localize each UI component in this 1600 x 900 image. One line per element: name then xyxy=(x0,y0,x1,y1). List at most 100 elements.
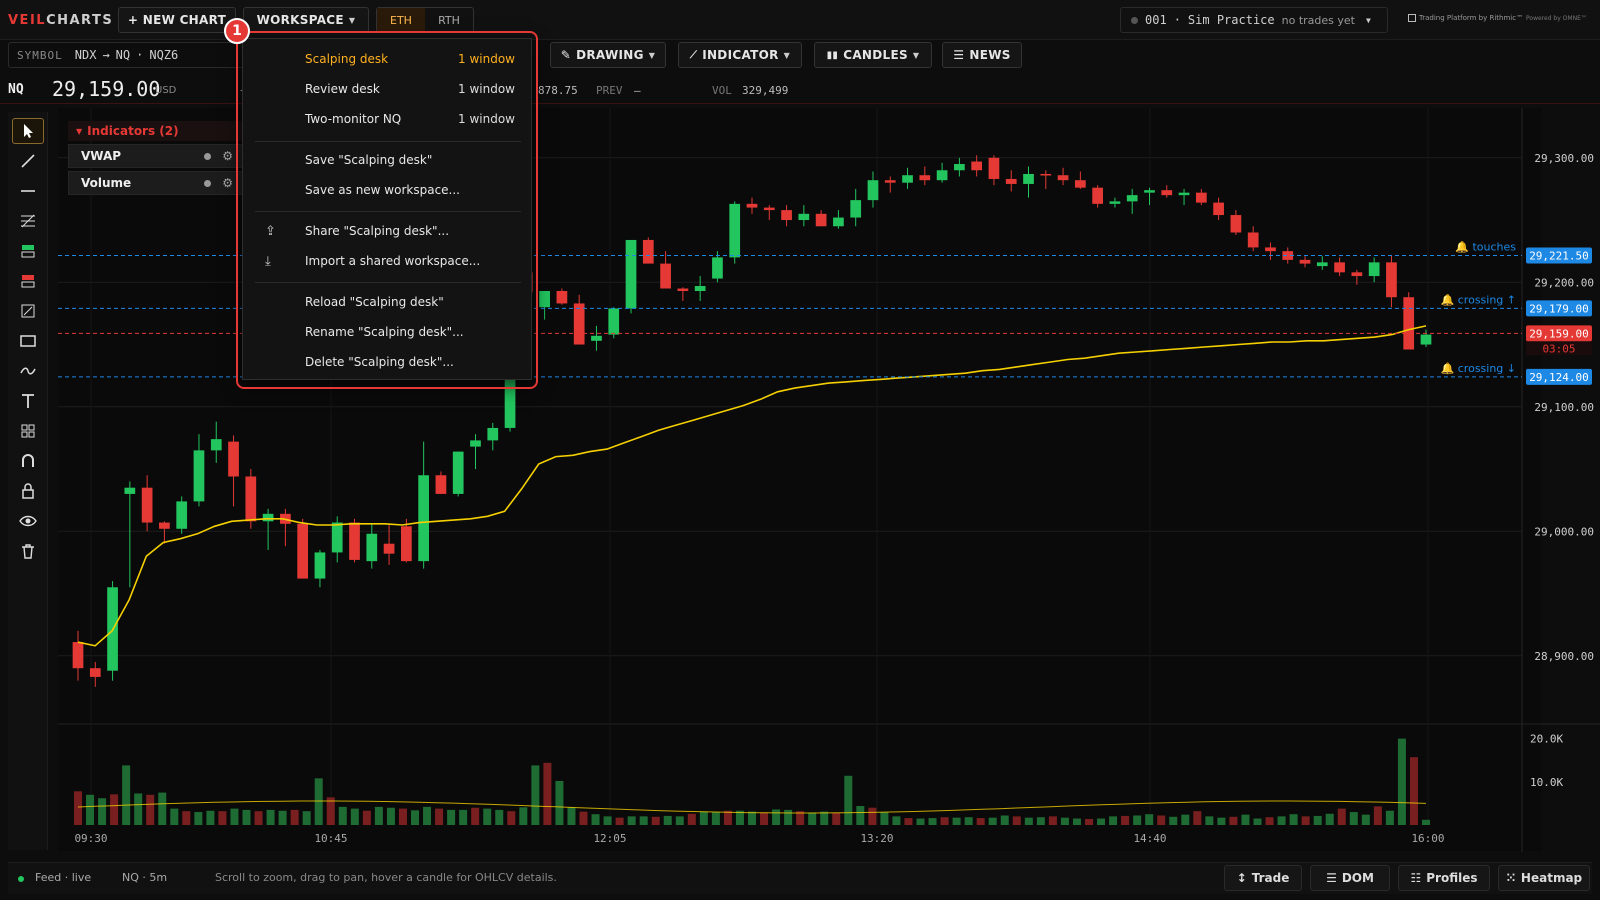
omne-badge: Powered by OMNE™ xyxy=(1526,15,1587,22)
volume-bar xyxy=(916,818,925,825)
candle-body xyxy=(1420,334,1432,345)
trade-button[interactable]: ↕ Trade xyxy=(1224,865,1302,891)
workspace-button[interactable]: WORKSPACE ▼ xyxy=(243,7,369,33)
candle-body xyxy=(781,210,792,221)
feed-status: Feed · live xyxy=(35,871,92,884)
alert-price-label: 29,179.00 xyxy=(1529,302,1589,315)
volume-bar xyxy=(1277,816,1286,825)
news-icon: ☰ xyxy=(953,48,965,62)
volume-bar xyxy=(218,811,227,825)
magnet-tool[interactable] xyxy=(12,448,44,474)
candle-body xyxy=(470,440,481,447)
delete-drawings-tool[interactable] xyxy=(12,538,44,564)
volume-bar xyxy=(1133,815,1142,825)
short-position-tool[interactable] xyxy=(12,268,44,294)
quote-prev-value: — xyxy=(634,84,641,97)
volume-bar xyxy=(772,809,781,825)
horizontal-line-tool[interactable] xyxy=(12,178,44,204)
menu-item-rename[interactable]: Rename "Scalping desk"... xyxy=(243,318,533,346)
chevron-down-icon: ▼ xyxy=(912,50,920,60)
volume-bar xyxy=(964,817,973,825)
alert-label: 🔔 touches xyxy=(1455,241,1516,254)
candle-body xyxy=(729,203,741,258)
drawing-tools-panel xyxy=(8,112,48,850)
candles-button[interactable]: ▮▮ CANDLES ▼ xyxy=(814,42,932,68)
rectangle-tool[interactable] xyxy=(12,328,44,354)
alert-price-label: 29,221.50 xyxy=(1529,250,1589,263)
visibility-dot-icon[interactable] xyxy=(204,180,211,187)
profiles-button[interactable]: ☷ Profiles xyxy=(1398,865,1490,891)
visibility-tool[interactable] xyxy=(12,508,44,534)
menu-item-save[interactable]: Save "Scalping desk" xyxy=(243,146,533,174)
shapes-tool[interactable] xyxy=(12,418,44,444)
candle-body xyxy=(487,427,499,441)
chevron-down-icon: ▼ xyxy=(1365,15,1371,25)
text-tool[interactable] xyxy=(12,388,44,414)
menu-item-import[interactable]: ⤓ Import a shared workspace... xyxy=(243,247,533,275)
session-toggle: ETH RTH xyxy=(376,7,474,33)
volume-bar xyxy=(952,817,961,825)
volume-bar xyxy=(158,792,167,825)
candle-body xyxy=(694,286,706,291)
volume-bar xyxy=(1217,817,1226,825)
trendline-tool[interactable] xyxy=(12,148,44,174)
volume-bar xyxy=(398,808,407,825)
volume-bar xyxy=(940,817,949,825)
lock-tool[interactable] xyxy=(12,478,44,504)
measure-tool[interactable] xyxy=(12,298,44,324)
grid-icon xyxy=(21,424,35,438)
cursor-tool[interactable] xyxy=(12,118,44,144)
new-chart-button[interactable]: + NEW CHART xyxy=(118,7,236,33)
candle-body xyxy=(1265,247,1276,252)
trend-icon: ⟋ xyxy=(689,49,698,61)
visibility-dot-icon[interactable] xyxy=(204,153,211,160)
dom-button[interactable]: ☰ DOM xyxy=(1310,865,1390,891)
menu-item-scalping-desk[interactable]: Scalping desk 1 window xyxy=(243,45,533,73)
account-selector[interactable]: 001 · Sim Practice no trades yet ▼ xyxy=(1120,7,1388,33)
menu-item-share[interactable]: ⇪ Share "Scalping desk"... xyxy=(243,217,533,245)
heatmap-button[interactable]: ⁙ Heatmap xyxy=(1498,865,1590,891)
fib-tool[interactable] xyxy=(12,208,44,234)
menu-item-reload[interactable]: Reload "Scalping desk" xyxy=(243,288,533,316)
long-position-tool[interactable] xyxy=(12,238,44,264)
candle-body xyxy=(988,157,1000,179)
candle-body xyxy=(1144,190,1155,193)
indicator-row-vwap[interactable]: VWAP ⚙ xyxy=(68,144,248,168)
indicator-button[interactable]: ⟋ INDICATOR ▼ xyxy=(678,42,802,68)
candle-body xyxy=(1334,262,1345,273)
step-badge: 1 xyxy=(224,18,250,44)
volume-bar xyxy=(1397,738,1406,825)
menu-item-save-as[interactable]: Save as new workspace... xyxy=(243,176,533,204)
volume-bar xyxy=(242,809,251,825)
volume-bar xyxy=(1036,817,1045,825)
candle-body xyxy=(1299,259,1311,264)
candle-body xyxy=(1386,262,1397,298)
drawing-button[interactable]: ✎ DRAWING ▼ xyxy=(550,42,666,68)
news-button[interactable]: ☰ NEWS xyxy=(942,42,1022,68)
indicator-row-volume[interactable]: Volume ⚙ xyxy=(68,171,248,195)
session-eth-button[interactable]: ETH xyxy=(377,8,425,32)
candle-body xyxy=(1005,178,1017,184)
brush-tool[interactable] xyxy=(12,358,44,384)
short-position-icon xyxy=(21,275,35,288)
menu-item-two-monitor[interactable]: Two-monitor NQ 1 window xyxy=(243,105,533,133)
gear-icon[interactable]: ⚙ xyxy=(222,149,233,163)
volume-bar xyxy=(531,765,540,825)
candle-body xyxy=(556,291,568,304)
volume-bar xyxy=(411,810,419,825)
volume-bar xyxy=(435,808,444,825)
volume-bar xyxy=(1313,815,1322,825)
symbol-selector[interactable]: SYMBOL NDX → NQ · NQZ6 xyxy=(8,42,247,68)
time-tick-label: 13:20 xyxy=(860,832,893,845)
menu-separator xyxy=(255,141,521,142)
menu-item-delete[interactable]: Delete "Scalping desk"... xyxy=(243,348,533,376)
session-rth-button[interactable]: RTH xyxy=(425,8,473,32)
symbol-contract: NQZ6 xyxy=(149,48,179,62)
volume-bar xyxy=(98,798,107,825)
volume-bar xyxy=(423,806,432,825)
indicators-header[interactable]: ▼ Indicators (2) xyxy=(68,121,248,141)
gear-icon[interactable]: ⚙ xyxy=(222,176,233,190)
volume-bar xyxy=(278,810,287,825)
menu-item-review-desk[interactable]: Review desk 1 window xyxy=(243,75,533,103)
volume-bar xyxy=(1060,817,1069,825)
